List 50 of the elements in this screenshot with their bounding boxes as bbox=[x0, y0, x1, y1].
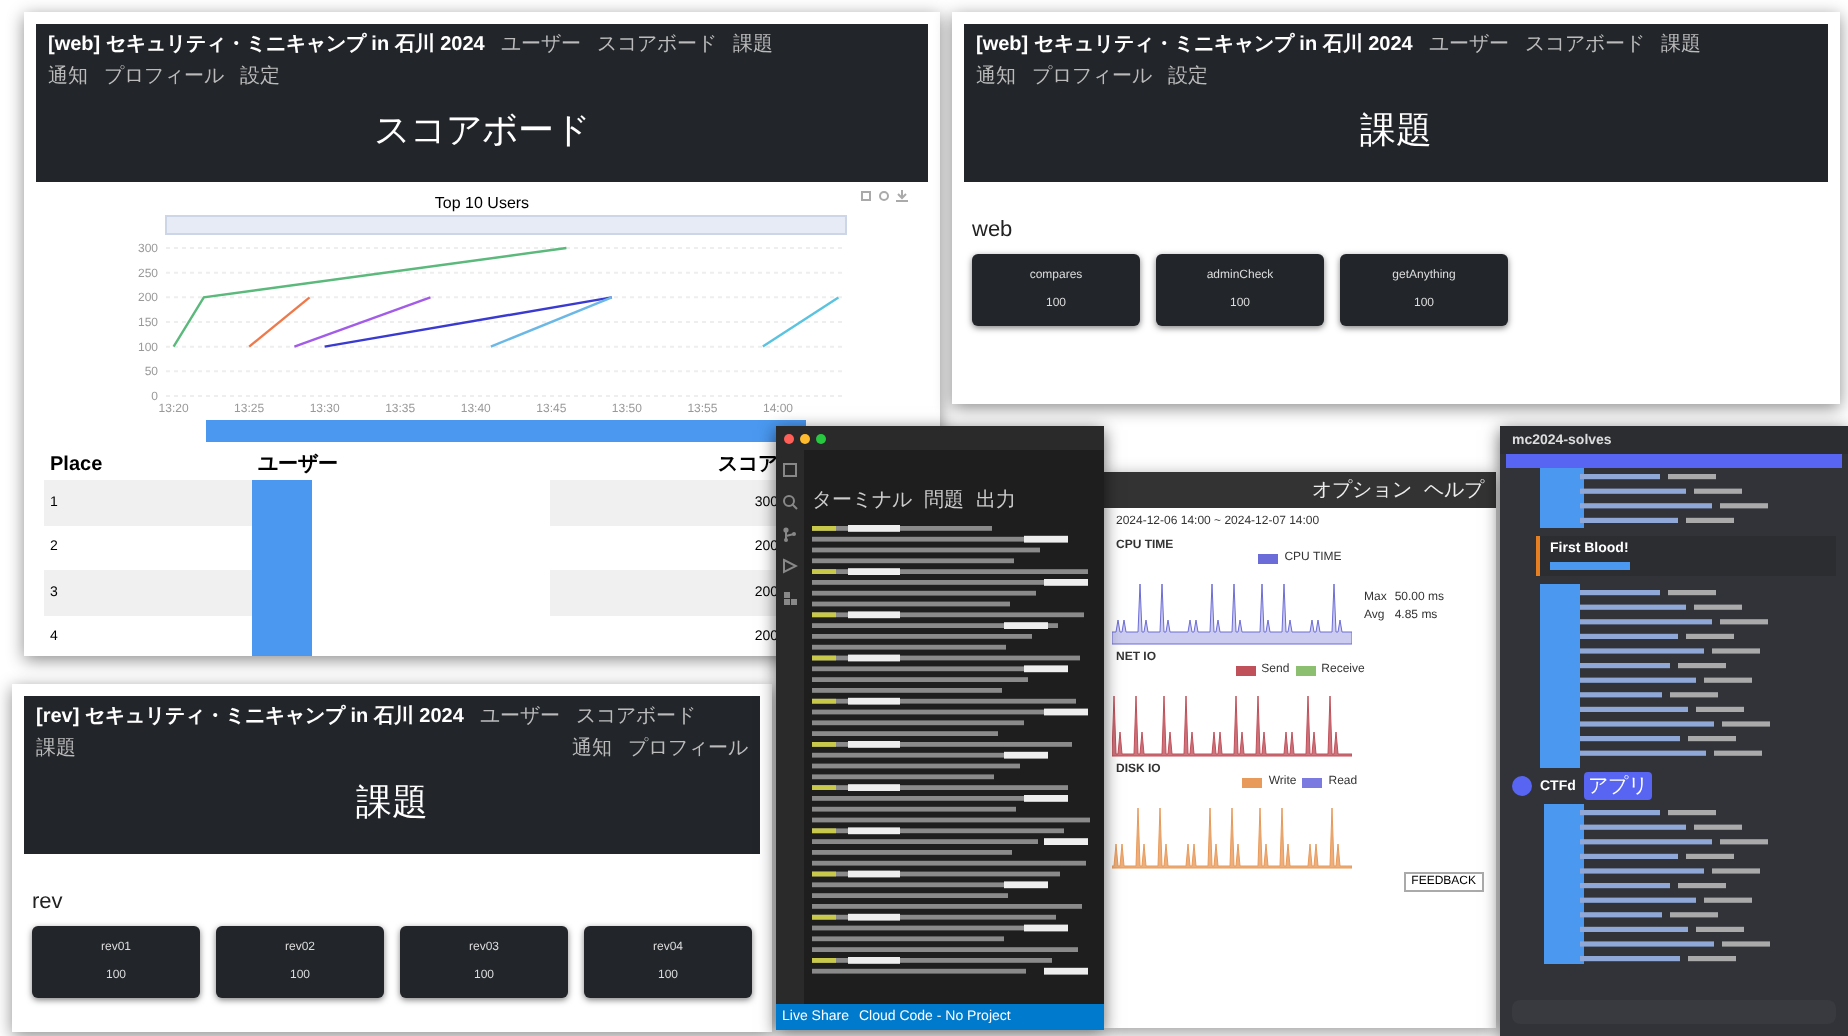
nav-link[interactable]: ユーザー bbox=[479, 702, 560, 730]
bot-avatar bbox=[1512, 776, 1532, 796]
menu-item[interactable]: ヘルプ bbox=[1424, 476, 1484, 504]
page-heading: スコアボード bbox=[374, 108, 590, 154]
menu-link[interactable]: プロフィール bbox=[1032, 62, 1152, 90]
column-header: Place bbox=[44, 448, 253, 480]
download-icon[interactable] bbox=[896, 190, 908, 202]
column-header: スコア bbox=[550, 448, 784, 480]
menu-link[interactable]: 通知 bbox=[48, 62, 88, 90]
zoom-slider[interactable] bbox=[206, 420, 806, 442]
page-heading: 課題 bbox=[356, 780, 428, 826]
app-badge: アプリ bbox=[1583, 772, 1652, 800]
files-icon[interactable] bbox=[782, 462, 798, 478]
site-title[interactable]: [rev] セキュリティ・ミニキャンプ in 石川 2024 bbox=[36, 702, 464, 730]
nav-link[interactable]: 課題 bbox=[36, 734, 76, 762]
close-icon[interactable] bbox=[784, 433, 794, 443]
nav-link[interactable]: スコアボード bbox=[575, 702, 696, 730]
maximize-icon[interactable] bbox=[816, 433, 826, 443]
column-header: ユーザー bbox=[252, 448, 551, 480]
menu-link[interactable]: プロフィール bbox=[104, 62, 224, 90]
score-line bbox=[762, 296, 840, 348]
minimize-icon[interactable] bbox=[800, 433, 810, 443]
menu-link[interactable]: 通知 bbox=[572, 734, 612, 762]
site-title[interactable]: [web] セキュリティ・ミニキャンプ in 石川 2024 bbox=[976, 30, 1413, 58]
nav-link[interactable]: 課題 bbox=[732, 30, 773, 58]
reset-icon[interactable] bbox=[878, 190, 890, 202]
menu-link[interactable]: プロフィール bbox=[628, 734, 748, 762]
branch-icon[interactable] bbox=[782, 526, 798, 542]
nav-link[interactable]: スコアボード bbox=[596, 30, 717, 58]
search-icon[interactable] bbox=[782, 494, 798, 510]
site-title[interactable]: [web] セキュリティ・ミニキャンプ in 石川 2024 bbox=[48, 30, 485, 58]
zoom-icon[interactable] bbox=[860, 190, 872, 202]
panel-tab[interactable]: 問題 bbox=[924, 486, 964, 514]
chart-title: Top 10 Users bbox=[434, 194, 530, 212]
extensions-icon[interactable] bbox=[782, 590, 798, 606]
nav-link[interactable]: ユーザー bbox=[1428, 30, 1509, 58]
nav-link[interactable]: 課題 bbox=[1660, 30, 1701, 58]
page-heading: 課題 bbox=[1360, 108, 1432, 154]
debug-icon[interactable] bbox=[782, 558, 798, 574]
panel-tab[interactable]: ターミナル bbox=[812, 486, 912, 514]
nav-link[interactable]: ユーザー bbox=[500, 30, 581, 58]
redaction-block bbox=[1550, 562, 1630, 570]
nav-link[interactable]: スコアボード bbox=[1524, 30, 1645, 58]
menu-item[interactable]: オプション bbox=[1312, 476, 1412, 504]
menu-link[interactable]: 設定 bbox=[1168, 62, 1208, 90]
menu-link[interactable]: 設定 bbox=[240, 62, 280, 90]
category-title: web bbox=[972, 218, 1015, 242]
category-title: rev bbox=[32, 890, 65, 914]
panel-tab[interactable]: 出力 bbox=[976, 486, 1016, 514]
menu-link[interactable]: 通知 bbox=[976, 62, 1016, 90]
